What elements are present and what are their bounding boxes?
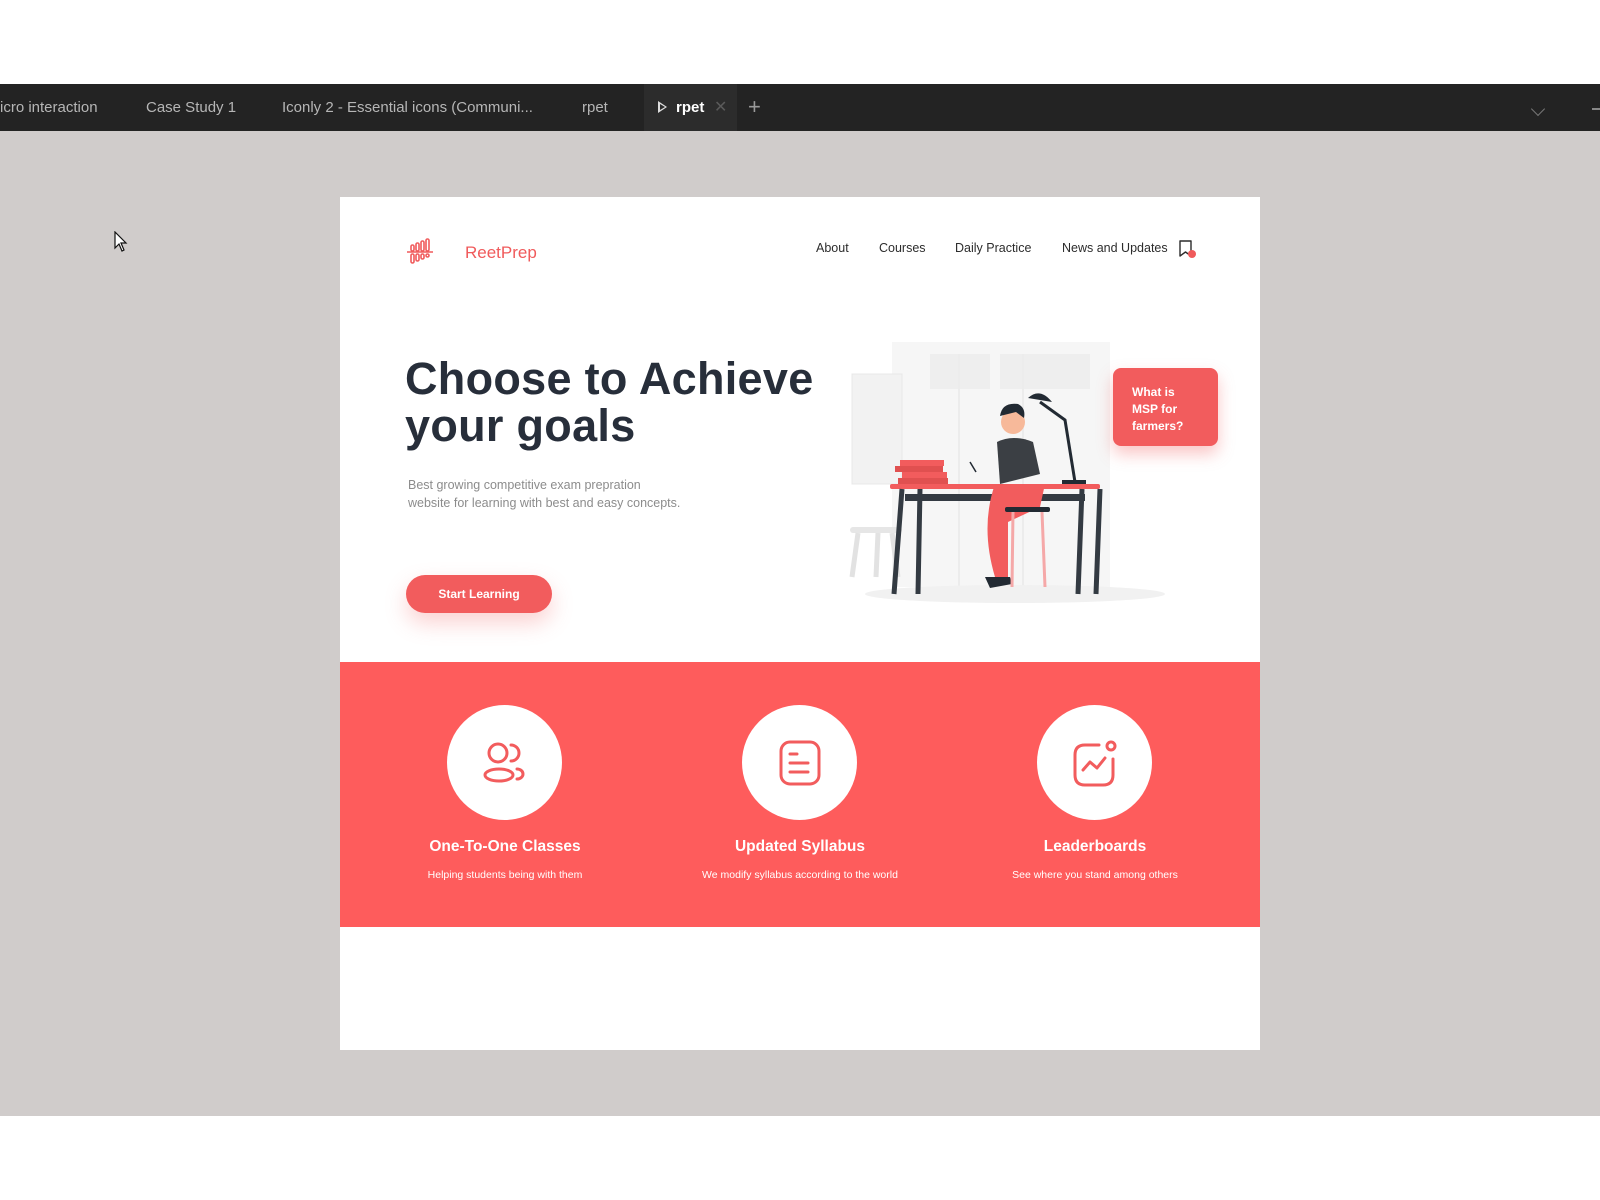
tab-label: Iconly 2 - Essential icons (Communi... (282, 99, 533, 116)
nav-news-updates[interactable]: News and Updates (1062, 241, 1168, 255)
tab-label: icro interaction (0, 99, 98, 116)
hero-title-line: your goals (405, 400, 636, 451)
document-icon (779, 740, 821, 786)
feature-icon-circle[interactable] (1037, 705, 1152, 820)
hero-subtitle: Best growing competitive exam prepration… (408, 476, 708, 512)
feature-title: Leaderboards (1043, 838, 1147, 855)
bubble-text-line: What is (1132, 385, 1175, 399)
feature-title: One-To-One Classes (429, 838, 581, 855)
screen-bottom-margin (0, 1116, 1600, 1200)
feature-icon-circle[interactable] (447, 705, 562, 820)
chart-activity-icon (1073, 740, 1117, 787)
feature-description: Helping students being with them (427, 869, 583, 881)
minimize-icon[interactable] (1592, 108, 1600, 110)
feature-icon-circle[interactable] (742, 705, 857, 820)
bookmark-notification-icon[interactable] (1177, 239, 1197, 259)
feature-description: We modify syllabus according to the worl… (702, 869, 898, 881)
question-bubble[interactable]: What is MSP for farmers? (1113, 368, 1218, 446)
tab-label: Case Study 1 (146, 99, 237, 116)
bubble-text-line: MSP for (1132, 402, 1178, 416)
hero-title: Choose to Achieve your goals (405, 355, 814, 449)
new-tab-icon[interactable]: + (748, 84, 761, 129)
nav-about[interactable]: About (816, 241, 849, 255)
tab-label: rpet (582, 99, 608, 116)
tab-iconly[interactable]: Iconly 2 - Essential icons (Communi... (282, 84, 533, 131)
users-icon (483, 742, 525, 783)
website-frame: ReetPrep About Courses Daily Practice Ne… (340, 197, 1260, 1050)
hero-subtitle-line: Best growing competitive exam prepration (408, 478, 641, 492)
hero-subtitle-line: website for learning with best and easy … (408, 496, 681, 510)
logo-icon (407, 238, 433, 264)
play-icon (658, 100, 667, 113)
tab-micro-interaction[interactable]: icro interaction (0, 84, 98, 131)
tab-label: rpet (676, 99, 705, 116)
feature-title: Updated Syllabus (734, 838, 866, 855)
tab-case-study[interactable]: Case Study 1 (146, 84, 236, 131)
tab-rpet[interactable]: rpet (582, 84, 608, 131)
features-section: One-To-One Classes Helping students bein… (340, 662, 1260, 927)
screen-top-margin (0, 0, 1600, 84)
mouse-cursor-icon (114, 231, 128, 252)
nav-daily-practice[interactable]: Daily Practice (955, 241, 1031, 255)
hero-title-line: Choose to Achieve (405, 353, 814, 404)
feature-description: See where you stand among others (1012, 869, 1178, 881)
nav-courses[interactable]: Courses (879, 241, 926, 255)
brand-name[interactable]: ReetPrep (465, 243, 537, 263)
start-learning-button[interactable]: Start Learning (406, 575, 552, 613)
tab-bar: icro interaction Case Study 1 Iconly 2 -… (0, 84, 1600, 131)
bubble-text-line: farmers? (1132, 419, 1184, 433)
tab-close-icon[interactable]: ✕ (714, 84, 727, 131)
